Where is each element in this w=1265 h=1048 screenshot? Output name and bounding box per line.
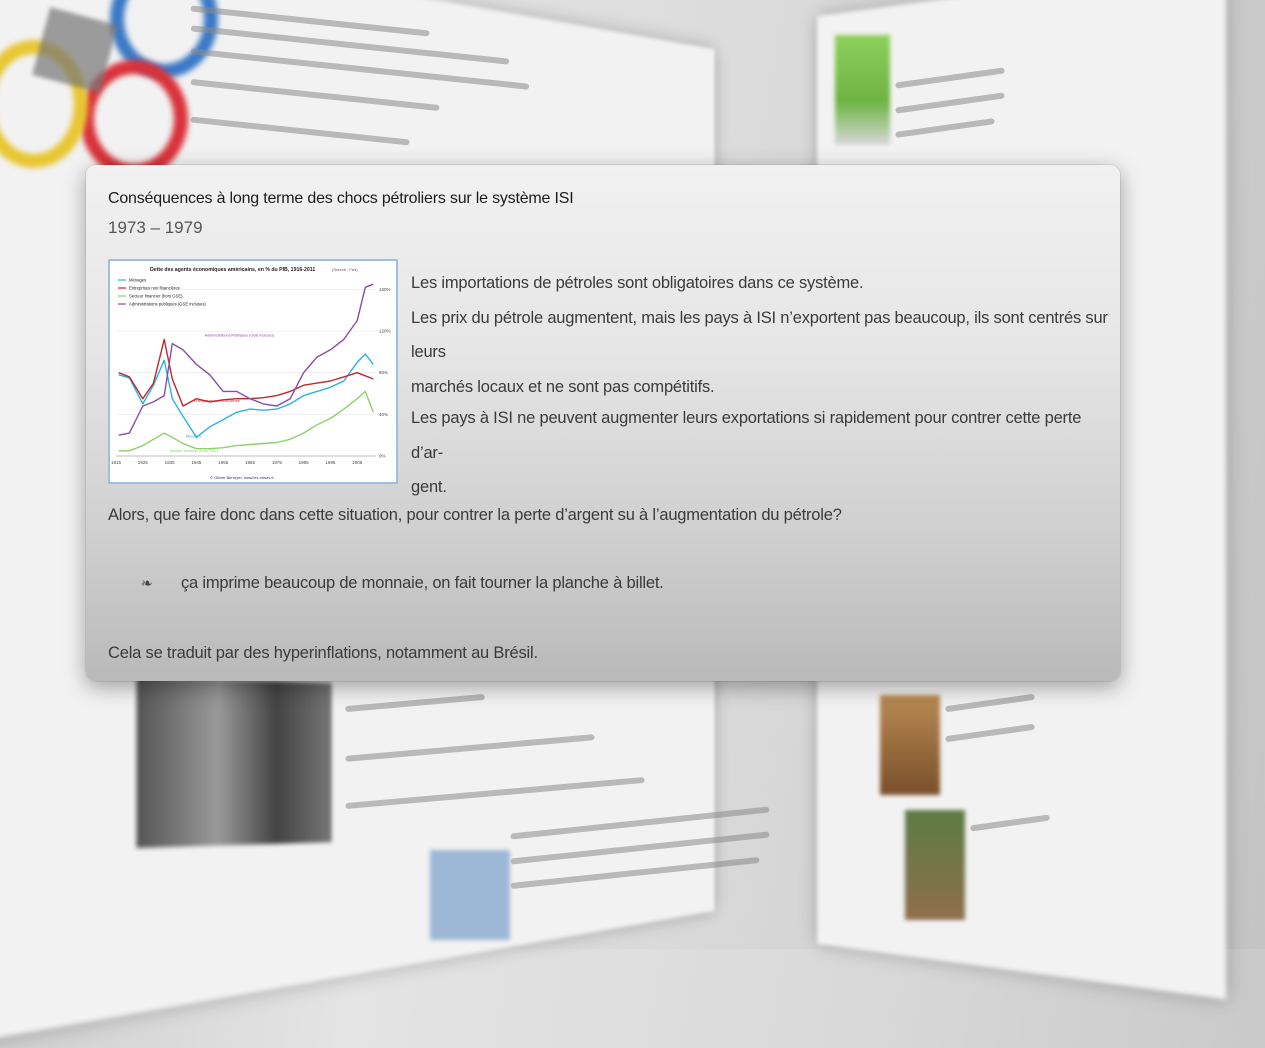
chart-xtick-label: 2005 [352, 460, 363, 465]
chart-ytick-label: 160% [379, 287, 391, 292]
popover-subtitle: 1973 – 1979 [108, 218, 203, 237]
chart-ytick-label: 0% [379, 454, 386, 459]
popover-title: Conséquences à long terme des chocs pétr… [108, 190, 574, 207]
chart-xtick-label: 1935 [165, 460, 176, 465]
chart-xtick-label: 1965 [245, 460, 256, 465]
bullet-item: ❧ ça imprime beaucoup de monnaie, on fai… [141, 574, 664, 593]
debt-chart-thumbnail[interactable]: Dette des agents économiques américains,… [108, 259, 398, 484]
chart-legend-label: Secteur financier (hors GSE) [129, 294, 183, 299]
chart-legend-label: Ménages [129, 278, 146, 283]
chart-xtick-label: 1995 [325, 460, 336, 465]
chart-annotation: Administrations/Publiques (GSE incluses) [204, 333, 275, 337]
chart-xtick-label: 1915 [111, 460, 122, 465]
conclusion-text: Cela se traduit par des hyperinflations,… [108, 644, 538, 662]
chart-xtick-label: 1955 [218, 460, 229, 465]
chart-annotation: Secteur financier (hors GSE) [170, 449, 219, 453]
paragraph-exports: Les pays à ISI ne peuvent augmenter leur… [411, 401, 1111, 505]
fleuron-bullet-icon: ❧ [141, 575, 153, 591]
chart-ytick-label: 40% [379, 412, 388, 417]
chart-legend-label: Administrations publiques (GSE incluses) [129, 302, 206, 307]
paragraph-line: marchés locaux et ne sont pas compétitif… [411, 377, 715, 396]
chart-xtick-label: 1925 [138, 460, 149, 465]
paragraph-line: gent. [411, 478, 447, 496]
chart-annotation: Ménages [186, 434, 202, 438]
chart-series-line [118, 283, 374, 436]
question-text: Alors, que faire donc dans cette situati… [108, 506, 842, 524]
chart-annotation: Entreprises non financières [194, 399, 240, 403]
bg-photo-green [905, 810, 965, 920]
bg-photo-city [880, 695, 940, 795]
bg-map-thumbnail [835, 35, 890, 145]
definition-popover: Conséquences à long terme des chocs pétr… [86, 165, 1120, 681]
chart-legend-label: Entreprises non financières [129, 286, 180, 291]
chart-xtick-label: 1985 [299, 460, 310, 465]
chart-xtick-label: 1975 [272, 460, 283, 465]
debt-chart: Dette des agents économiques américains,… [111, 267, 391, 480]
paragraph-imports: Les importations de pétroles sont obliga… [411, 266, 1111, 404]
chart-title-note: (Source : Fed) [332, 267, 358, 272]
bg-map-blue [430, 850, 510, 940]
paragraph-line: Les prix du pétrole augmentent, mais les… [411, 308, 1108, 362]
chart-title: Dette des agents économiques américains,… [150, 267, 315, 273]
paragraph-line: Les importations de pétroles sont obliga… [411, 274, 864, 292]
chart-credit: © Olivier Berruyer, www.les-crises.fr [210, 475, 275, 480]
paragraph-line: Les pays à ISI ne peuvent augmenter leur… [411, 409, 1082, 462]
bg-photo-portrait [136, 676, 332, 849]
chart-xtick-label: 1945 [191, 460, 202, 465]
chart-ytick-label: 120% [379, 329, 391, 334]
chart-ytick-label: 80% [379, 370, 388, 375]
bullet-text: ça imprime beaucoup de monnaie, on fait … [181, 574, 664, 592]
